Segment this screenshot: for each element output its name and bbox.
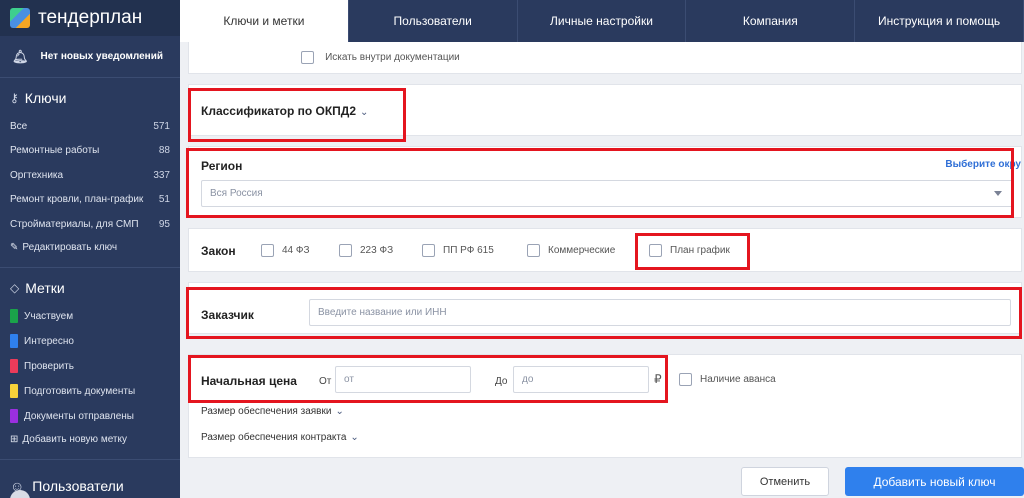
add-tag-link[interactable]: ⊞ Добавить новую метку [0,429,180,445]
law-checkbox[interactable] [422,244,435,257]
tag-color-swatch [10,309,18,323]
logo-text: тендерплан [38,7,143,28]
keys-heading: ⚷ Ключи [10,90,67,106]
advance-checkbox[interactable] [679,373,692,386]
tab-help[interactable]: Инструкция и помощь [855,0,1024,42]
key-item-building-materials[interactable]: Стройматериалы, для СМП 95 [0,212,180,237]
highlight-region [186,148,1014,218]
edit-key-link[interactable]: ✎ Редактировать ключ [0,237,180,253]
contract-security-toggle[interactable]: Размер обеспечения контракта ⌄ [201,432,359,443]
law-option-commercial[interactable]: Коммерческие [527,244,615,257]
tag-item-docs-sent[interactable]: Документы отправлены [0,404,180,429]
tag-color-swatch [10,359,18,373]
logo[interactable]: тендерплан [0,0,180,36]
tag-color-swatch [10,384,18,398]
tag-color-swatch [10,409,18,423]
cancel-button[interactable]: Отменить [741,467,829,496]
highlight-price [188,355,668,403]
highlight-customer [186,287,1022,339]
law-card: Закон 44 ФЗ 223 ФЗ ПП РФ 615 Коммерчески… [188,228,1022,272]
tags-heading: ◇ Метки [10,279,65,296]
tag-item-prepare-docs[interactable]: Подготовить документы [0,379,180,404]
law-option-223fz[interactable]: 223 ФЗ [339,244,393,257]
key-icon: ⚷ [10,91,19,105]
tag-item-interesting[interactable]: Интересно [0,329,180,354]
bell-icon: 🔔︎ [12,48,29,64]
tag-color-swatch [10,334,18,348]
tag-icon: ◇ [10,280,20,295]
key-item-all[interactable]: Все 571 [0,114,180,139]
chevron-down-icon: ⌄ [335,406,344,417]
tag-item-check[interactable]: Проверить [0,354,180,379]
search-docs-card: Искать внутри документации [188,42,1022,74]
law-title: Закон [201,244,236,258]
law-checkbox[interactable] [527,244,540,257]
tab-personal-settings[interactable]: Личные настройки [518,0,687,42]
law-checkbox[interactable] [339,244,352,257]
pencil-icon: ✎ [10,241,19,253]
law-option-pp615[interactable]: ПП РФ 615 [422,244,494,257]
search-docs-checkbox[interactable] [301,51,314,64]
key-item-roof-repair[interactable]: Ремонт кровли, план-график 51 [0,188,180,213]
logo-icon [10,8,30,28]
tab-users[interactable]: Пользователи [349,0,518,42]
law-option-44fz[interactable]: 44 ФЗ [261,244,310,257]
notifications[interactable]: 🔔︎ Нет новых уведомлений [0,36,180,78]
users-heading[interactable]: ☺ Пользователи [0,460,180,494]
tab-keys-and-tags[interactable]: Ключи и метки [180,0,349,42]
highlight-okpd [188,88,406,142]
top-tabs: Ключи и метки Пользователи Личные настро… [180,0,1024,42]
tab-company[interactable]: Компания [686,0,856,42]
key-item-office-equipment[interactable]: Оргтехника 337 [0,163,180,188]
add-key-button[interactable]: Добавить новый ключ [845,467,1024,496]
highlight-plan-schedule [635,233,750,270]
key-item-repair[interactable]: Ремонтные работы 88 [0,139,180,164]
chevron-down-icon: ⌄ [350,432,359,443]
search-docs-label: Искать внутри документации [325,52,460,63]
tag-item-participate[interactable]: Участвуем [0,304,180,329]
bid-security-toggle[interactable]: Размер обеспечения заявки ⌄ [201,406,344,417]
law-checkbox[interactable] [261,244,274,257]
advance-option[interactable]: Наличие аванса [679,373,776,386]
notifications-text: Нет новых уведомлений [40,51,163,62]
add-tag-icon: ⊞ [10,433,19,445]
sidebar: тендерплан 🔔︎ Нет новых уведомлений ⚷ Кл… [0,0,180,498]
